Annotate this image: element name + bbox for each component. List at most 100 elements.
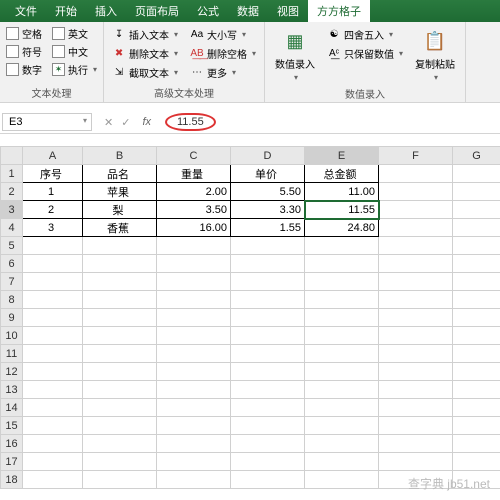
cell[interactable] — [305, 237, 379, 255]
cell[interactable] — [157, 363, 231, 381]
row-header[interactable]: 6 — [1, 255, 23, 273]
cell[interactable] — [379, 399, 453, 417]
cell[interactable] — [379, 273, 453, 291]
cell[interactable]: 16.00 — [157, 219, 231, 237]
cell[interactable] — [379, 381, 453, 399]
cell[interactable] — [157, 471, 231, 489]
cell[interactable] — [453, 327, 500, 345]
cell[interactable] — [23, 327, 83, 345]
cell[interactable] — [453, 363, 500, 381]
cell[interactable] — [23, 471, 83, 489]
name-box[interactable]: E3 — [2, 113, 92, 131]
cell[interactable] — [379, 345, 453, 363]
cell[interactable] — [157, 453, 231, 471]
cell[interactable] — [231, 471, 305, 489]
cell[interactable] — [305, 435, 379, 453]
cell[interactable] — [23, 435, 83, 453]
cell[interactable] — [231, 309, 305, 327]
cell[interactable] — [379, 327, 453, 345]
cell[interactable]: 序号 — [23, 165, 83, 183]
cell[interactable] — [23, 237, 83, 255]
cell[interactable] — [23, 363, 83, 381]
cell[interactable] — [453, 453, 500, 471]
cell[interactable] — [83, 435, 157, 453]
tab-addin[interactable]: 方方格子 — [308, 0, 370, 22]
cell[interactable] — [83, 399, 157, 417]
cell[interactable] — [83, 291, 157, 309]
cell[interactable]: 5.50 — [231, 183, 305, 201]
cell[interactable]: 1.55 — [231, 219, 305, 237]
cell[interactable] — [231, 399, 305, 417]
cell[interactable] — [23, 309, 83, 327]
check-chinese[interactable]: 中文 — [52, 44, 88, 59]
cell[interactable] — [23, 291, 83, 309]
col-header-c[interactable]: C — [157, 147, 231, 165]
cell[interactable] — [157, 417, 231, 435]
cell[interactable] — [453, 399, 500, 417]
cell[interactable]: 品名 — [83, 165, 157, 183]
cell[interactable] — [231, 345, 305, 363]
cell[interactable] — [231, 363, 305, 381]
cell[interactable] — [305, 417, 379, 435]
cell[interactable] — [453, 291, 500, 309]
check-number[interactable]: 数字 — [6, 62, 42, 77]
row-header[interactable]: 13 — [1, 381, 23, 399]
cell[interactable] — [83, 273, 157, 291]
btn-keepnum[interactable]: A͟ᶜ只保留数值▾ — [325, 45, 405, 62]
btn-paste[interactable]: 📋 复制粘贴▾ — [411, 26, 459, 84]
cell[interactable] — [453, 183, 500, 201]
cell[interactable] — [231, 453, 305, 471]
cell[interactable] — [83, 381, 157, 399]
confirm-icon[interactable]: ✓ — [121, 116, 130, 129]
cell[interactable] — [231, 273, 305, 291]
check-space[interactable]: 空格 — [6, 26, 42, 41]
cell[interactable] — [379, 363, 453, 381]
cell[interactable]: 3.50 — [157, 201, 231, 219]
cell[interactable]: 3.30 — [231, 201, 305, 219]
tab-home[interactable]: 开始 — [46, 0, 86, 22]
btn-delete-text[interactable]: ✖删除文本▾ — [110, 45, 180, 62]
tab-layout[interactable]: 页面布局 — [126, 0, 188, 22]
tab-file[interactable]: 文件 — [6, 0, 46, 22]
row-header[interactable]: 7 — [1, 273, 23, 291]
cell[interactable] — [305, 291, 379, 309]
cell[interactable] — [453, 219, 500, 237]
cell[interactable] — [379, 291, 453, 309]
cell[interactable] — [83, 255, 157, 273]
select-all-corner[interactable] — [1, 147, 23, 165]
cell[interactable] — [379, 219, 453, 237]
cell[interactable] — [231, 435, 305, 453]
cell[interactable] — [379, 309, 453, 327]
cell[interactable] — [157, 435, 231, 453]
cell[interactable] — [231, 327, 305, 345]
tab-view[interactable]: 视图 — [268, 0, 308, 22]
cell[interactable] — [305, 309, 379, 327]
row-header[interactable]: 11 — [1, 345, 23, 363]
cell[interactable]: 24.80 — [305, 219, 379, 237]
row-header[interactable]: 5 — [1, 237, 23, 255]
col-header-a[interactable]: A — [23, 147, 83, 165]
col-header-f[interactable]: F — [379, 147, 453, 165]
cell[interactable] — [379, 453, 453, 471]
btn-extract-text[interactable]: ⇲截取文本▾ — [110, 64, 180, 81]
cell[interactable]: 2.00 — [157, 183, 231, 201]
cell[interactable] — [157, 273, 231, 291]
cell[interactable] — [379, 201, 453, 219]
cell[interactable]: 梨 — [83, 201, 157, 219]
check-eng[interactable]: 英文 — [52, 26, 88, 41]
btn-round[interactable]: ☯四舍五入▾ — [325, 26, 405, 43]
cell[interactable] — [453, 273, 500, 291]
row-header[interactable]: 8 — [1, 291, 23, 309]
cell[interactable] — [83, 327, 157, 345]
cell[interactable] — [157, 237, 231, 255]
cell[interactable]: 1 — [23, 183, 83, 201]
row-header[interactable]: 9 — [1, 309, 23, 327]
row-header[interactable]: 10 — [1, 327, 23, 345]
btn-delspace[interactable]: A͟B͟删除空格▾ — [188, 45, 258, 62]
row-header[interactable]: 17 — [1, 453, 23, 471]
cell[interactable] — [379, 255, 453, 273]
row-header-1[interactable]: 1 — [1, 165, 23, 183]
cell[interactable] — [305, 471, 379, 489]
row-header-2[interactable]: 2 — [1, 183, 23, 201]
cell[interactable] — [231, 381, 305, 399]
